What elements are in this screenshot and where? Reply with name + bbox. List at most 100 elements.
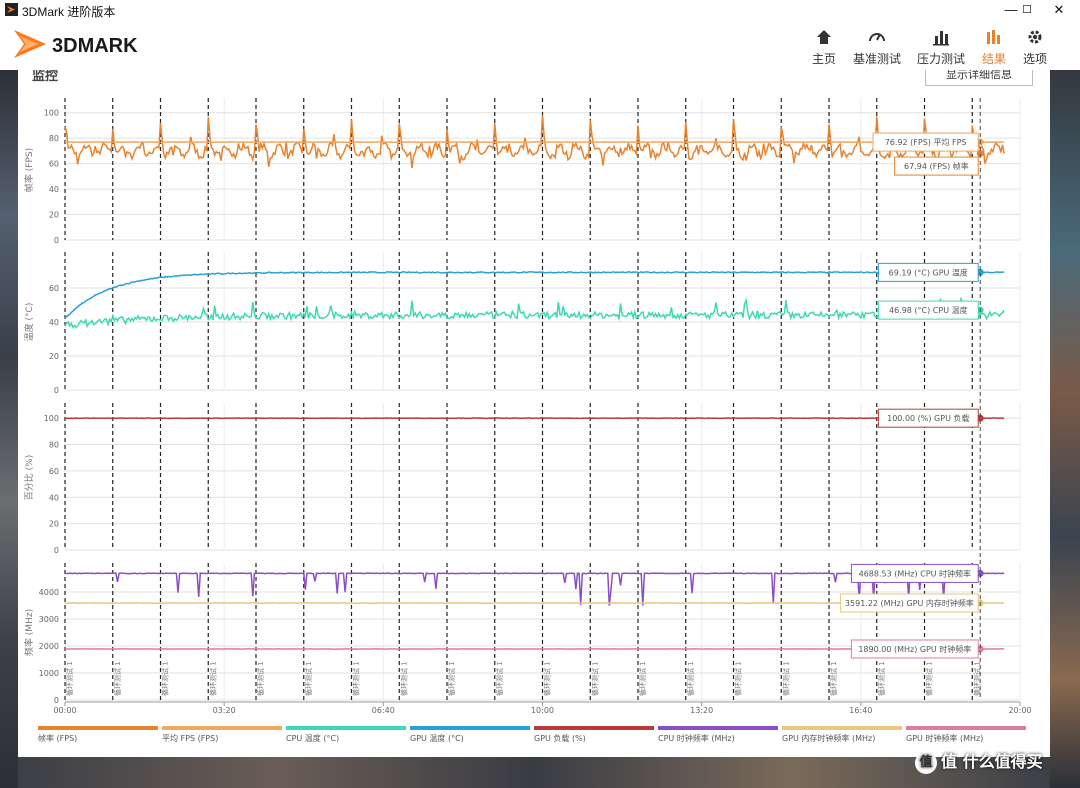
background-art-bottom xyxy=(18,757,1050,788)
y-tick-label: 0 xyxy=(54,546,59,555)
loop-marker-label: 循环测试 1 xyxy=(495,661,504,696)
nav-benchmark-label: 基准测试 xyxy=(852,52,901,66)
watermark: 值值 什么值得买 xyxy=(915,748,1043,774)
nav-stress-test-label: 压力测试 xyxy=(916,52,965,66)
y-tick-label: 0 xyxy=(54,386,59,395)
legend-swatch xyxy=(286,726,406,730)
nav-benchmark[interactable]: 基准测试 xyxy=(852,28,902,67)
nav-home[interactable]: 主页 xyxy=(808,28,840,67)
loop-marker-label: 循环测试 1 xyxy=(686,661,695,696)
legend-swatch xyxy=(658,726,778,730)
series-line xyxy=(64,297,1005,329)
legend-swatch xyxy=(906,726,1026,730)
legend-swatch xyxy=(534,726,654,730)
x-tick-label: 03:20 xyxy=(213,706,236,715)
app-icon xyxy=(5,3,18,16)
value-callout-label: 1890.00 (MHz) GPU 时钟频率 xyxy=(858,644,971,654)
loop-marker-label: 循环测试 1 xyxy=(781,661,790,696)
y-tick-label: 80 xyxy=(49,441,59,450)
loop-marker-label: 循环测试 1 xyxy=(877,661,886,696)
value-callout-label: 69.19 (°C) GPU 温度 xyxy=(889,267,968,277)
legend-label: GPU 时钟频率 (MHz) xyxy=(906,733,983,743)
nav-stress-test[interactable]: 压力测试 xyxy=(916,28,966,67)
x-tick-label: 13:20 xyxy=(690,706,713,715)
legend-swatch xyxy=(782,726,902,730)
legend-label: 平均 FPS (FPS) xyxy=(162,733,218,743)
loop-marker-label: 循环测试 1 xyxy=(65,661,74,696)
y-tick-label: 40 xyxy=(49,185,59,194)
watermark-icon: 值 xyxy=(915,751,937,774)
loop-marker-label: 循环测试 1 xyxy=(543,661,552,696)
loop-marker-label: 循环测试 1 xyxy=(638,661,647,696)
value-callout-label: 3591.22 (MHz) GPU 内存时钟频率 xyxy=(845,598,974,608)
legend-swatch xyxy=(162,726,282,730)
legend-label: GPU 温度 (°C) xyxy=(410,733,464,743)
value-callout-label: 46.98 (°C) CPU 温度 xyxy=(889,305,968,315)
loop-marker-label: 循环测试 1 xyxy=(352,661,361,696)
background-art-right xyxy=(1050,70,1080,788)
loop-marker-label: 循环测试 1 xyxy=(256,661,265,696)
y-tick-label: 3000 xyxy=(39,615,59,624)
y-tick-label: 20 xyxy=(49,352,59,361)
y-axis-label: 温度 (°C) xyxy=(23,303,35,342)
y-tick-label: 60 xyxy=(49,284,59,293)
nav-results[interactable]: 结果 xyxy=(978,28,1010,67)
logo-mark-icon: 3DMARK xyxy=(14,30,138,58)
value-callout-label: 76.92 (FPS) 平均 FPS xyxy=(885,137,967,147)
legend-label: CPU 时钟频率 (MHz) xyxy=(658,733,735,743)
3dmark-logo[interactable]: 3DMARK xyxy=(12,26,172,66)
series-line xyxy=(64,271,1005,319)
x-tick-label: 20:00 xyxy=(1008,706,1031,715)
loop-marker-label: 循环测试 1 xyxy=(113,661,122,696)
loop-marker-label: 循环测试 1 xyxy=(925,661,934,696)
gear-icon xyxy=(1028,30,1042,44)
y-tick-label: 40 xyxy=(49,318,59,327)
gauge-icon xyxy=(869,33,885,42)
loop-marker-label: 循环测试 1 xyxy=(304,661,313,696)
value-callout-label: 4688.53 (MHz) CPU 时钟频率 xyxy=(859,568,971,578)
nav-results-label: 结果 xyxy=(981,52,1006,66)
y-tick-label: 4000 xyxy=(39,588,59,597)
loop-marker-label: 循环测试 1 xyxy=(972,661,981,696)
loop-marker-label: 循环测试 1 xyxy=(161,661,170,696)
legend-label: CPU 温度 (°C) xyxy=(286,733,339,743)
loop-marker-label: 循环测试 1 xyxy=(399,661,408,696)
nav-options[interactable]: 选项 xyxy=(1020,28,1050,67)
legend-swatch xyxy=(410,726,530,730)
value-callout-label: 67.94 (FPS) 帧率 xyxy=(904,161,969,171)
y-axis-label: 帧率 (FPS) xyxy=(23,148,35,192)
loop-marker-label: 循环测试 1 xyxy=(590,661,599,696)
y-tick-label: 60 xyxy=(49,160,59,169)
y-tick-label: 100 xyxy=(44,414,59,423)
y-tick-label: 40 xyxy=(49,493,59,502)
y-tick-label: 0 xyxy=(54,236,59,245)
legend-swatch xyxy=(38,726,158,730)
bars-icon xyxy=(933,31,949,46)
y-tick-label: 20 xyxy=(49,520,59,529)
loop-marker-label: 循环测试 1 xyxy=(734,661,743,696)
series-line xyxy=(64,417,1005,420)
monitoring-chart[interactable]: 0 20 40 60 80 100 帧率 (FPS) 0 20 40 60 温度 (°C) 0 20 40 6… xyxy=(18,70,1050,757)
y-tick-label: 0 xyxy=(54,696,59,705)
y-tick-label: 1000 xyxy=(39,669,59,678)
legend-label: GPU 负载 (%) xyxy=(534,733,586,743)
home-icon xyxy=(817,30,831,44)
monitoring-panel: 0 20 40 60 80 100 帧率 (FPS) 0 20 40 60 温度 (°C) 0 20 40 6… xyxy=(18,64,1050,757)
loop-marker-label: 循环测试 1 xyxy=(208,661,217,696)
y-tick-label: 2000 xyxy=(39,642,59,651)
y-axis-label: 百分比 (%) xyxy=(23,455,35,500)
app-header: 3DMARK 主页 基准测试 压力测试 结果 选项 xyxy=(0,20,1080,70)
loop-marker-label: 循环测试 1 xyxy=(447,661,456,696)
nav-options-label: 选项 xyxy=(1022,52,1047,66)
value-callout-label: 100.00 (%) GPU 负载 xyxy=(887,413,969,423)
x-tick-label: 10:00 xyxy=(531,706,554,715)
y-tick-label: 60 xyxy=(49,467,59,476)
x-tick-label: 00:00 xyxy=(53,706,76,715)
close-button[interactable]: ✕ xyxy=(1036,0,1080,20)
results-icon xyxy=(987,30,1000,44)
y-axis-label: 频率 (MHz) xyxy=(23,609,35,656)
x-tick-label: 16:40 xyxy=(849,706,872,715)
legend-label: GPU 内存时钟频率 (MHz) xyxy=(782,733,875,743)
window-titlebar: 3DMark 进阶版本 — ☐ ✕ xyxy=(0,0,1080,20)
background-art-left xyxy=(0,70,18,788)
